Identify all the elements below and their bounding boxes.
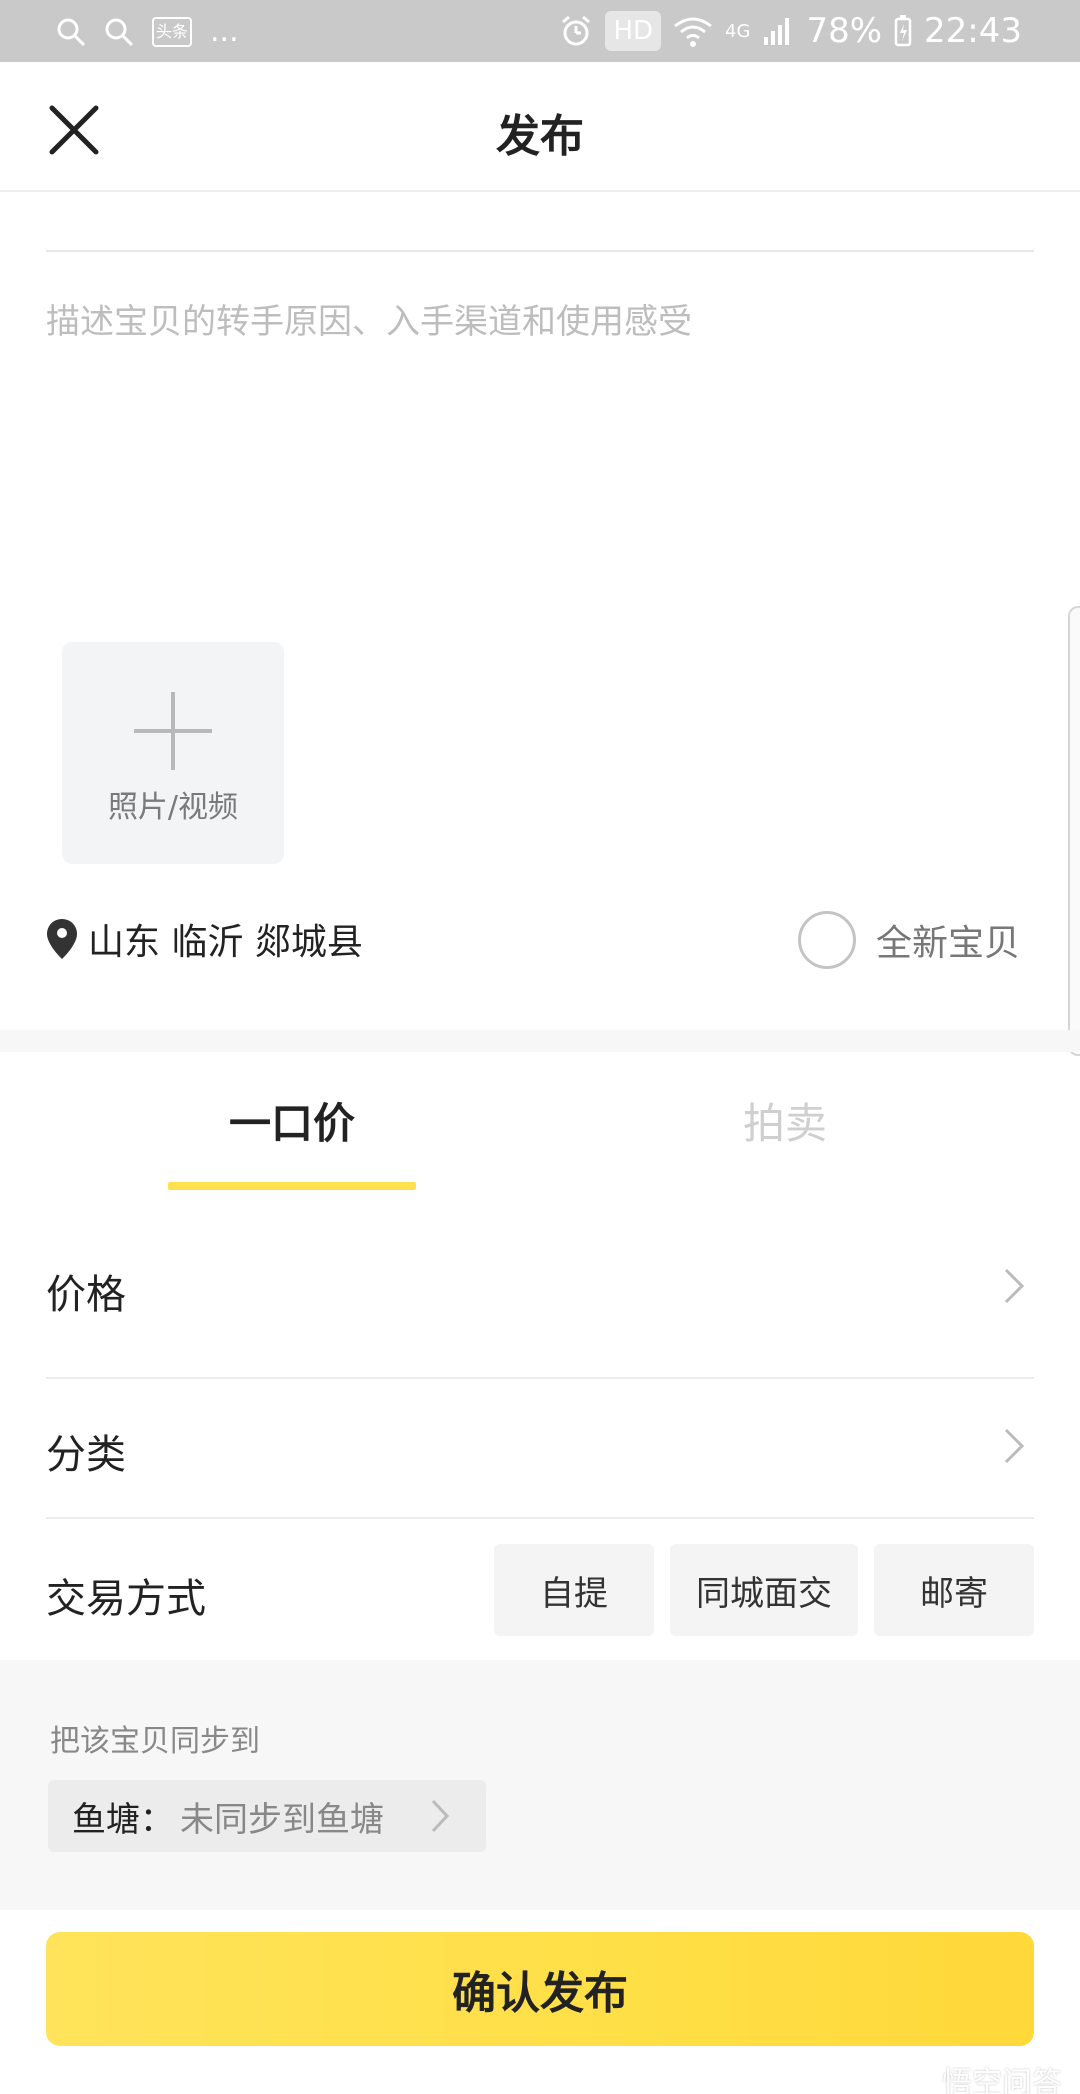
price-label: 价格 [46,1272,126,1318]
status-bar: 头条 ... HD 4G 78% 22:43 [0,0,1080,62]
divider [46,1517,1034,1519]
radio-circle-icon [797,911,856,969]
tab-active-indicator [168,1182,416,1190]
header: 发布 [0,62,1080,192]
trade-method-label: 交易方式 [46,1576,206,1622]
status-bar-left: 头条 ... [56,12,239,52]
signal-icon [764,18,790,45]
search-icon [105,18,134,47]
location-pin-icon [47,919,77,959]
trade-option-local-meetup[interactable]: 同城面交 [670,1544,858,1636]
trade-option-pickup[interactable]: 自提 [494,1544,654,1636]
divider [46,1377,1034,1379]
fishpond-sync-selector[interactable]: 鱼塘： 未同步到鱼塘 [48,1780,486,1852]
add-photo-video-button[interactable]: 照片/视频 [62,642,284,864]
chevron-right-icon [431,1799,450,1833]
location-selector[interactable]: 山东 临沂 郯城县 [46,914,363,964]
clock: 22:43 [924,11,1022,51]
alarm-icon [562,15,591,46]
category-row[interactable]: 分类 [46,1420,1034,1480]
trade-option-shipping[interactable]: 邮寄 [874,1544,1034,1636]
sync-title: 把该宝贝同步到 [50,1724,260,1759]
fishpond-key: 鱼塘： [72,1799,174,1840]
app-badge-icon: 头条 [152,17,193,47]
wifi-icon [674,17,712,47]
tab-fixed-price[interactable]: 一口价 [168,1090,416,1151]
side-drawer-handle[interactable] [1068,606,1080,1056]
brand-new-label: 全新宝贝 [875,923,1020,964]
chevron-right-icon [1004,1268,1025,1304]
chevron-right-icon [1004,1428,1025,1464]
divider [46,250,1034,252]
network-type: 4G [725,20,751,42]
hd-badge: HD [605,11,662,51]
fishpond-value: 未同步到鱼塘 [180,1799,384,1840]
watermark: 悟空问答 [942,2066,1062,2094]
description-input[interactable] [46,294,1034,584]
page-title: 发布 [496,111,584,162]
price-row[interactable]: 价格 [46,1256,1034,1318]
battery-percent: 78% [806,11,883,51]
brand-new-toggle[interactable]: 全新宝贝 [797,910,1020,970]
more-notifications: ... [210,14,239,49]
add-media-label: 照片/视频 [107,790,239,825]
sync-panel: 把该宝贝同步到 鱼塘： 未同步到鱼塘 [0,1660,1080,1910]
plus-icon [134,692,212,770]
confirm-publish-button[interactable]: 确认发布 [46,1932,1034,2046]
battery-icon [894,15,912,47]
location-text: 山东 临沂 郯城县 [88,922,363,963]
tab-auction[interactable]: 拍卖 [700,1090,870,1151]
search-icon [57,18,86,47]
section-gap [0,1030,1080,1052]
status-bar-right: HD 4G 78% 22:43 [559,8,1022,54]
category-label: 分类 [46,1432,126,1478]
